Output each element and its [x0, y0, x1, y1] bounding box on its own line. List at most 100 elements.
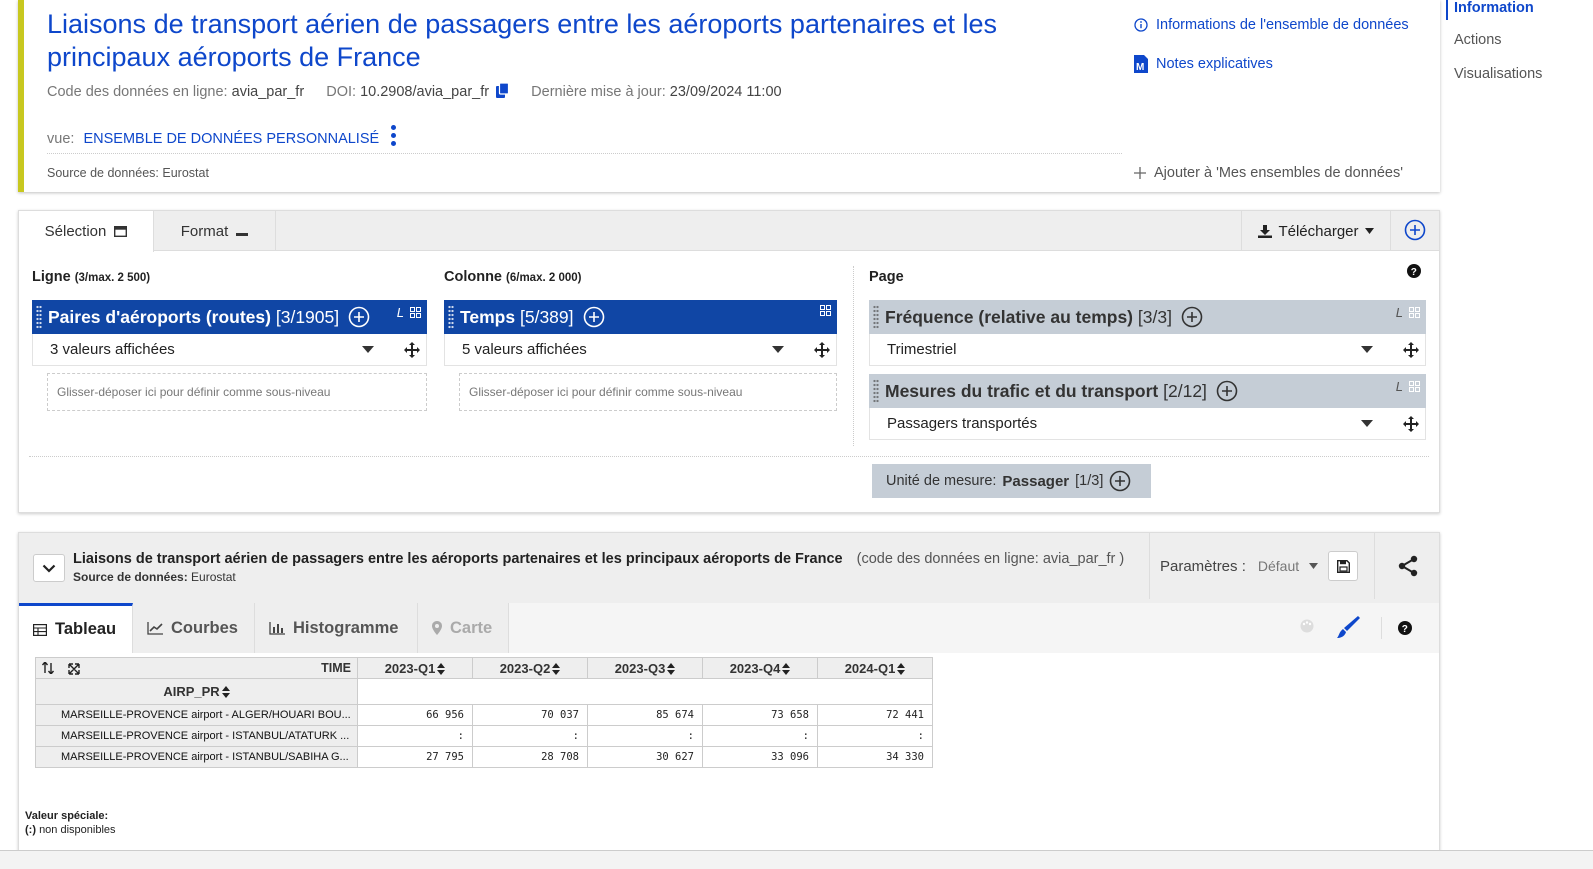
column-header[interactable]: 2023-Q4	[702, 657, 818, 679]
download-button[interactable]: Télécharger	[1241, 211, 1391, 251]
kebab-menu-icon[interactable]	[391, 125, 397, 149]
tab-table-label[interactable]: Tableau	[55, 620, 116, 639]
sort-icon[interactable]	[897, 662, 906, 675]
table-cell[interactable]: 70 037	[472, 704, 588, 726]
row-label[interactable]: MARSEILLE-PROVENCE airport - ALGER/HOUAR…	[35, 704, 358, 726]
tab-histogram[interactable]: Histogramme	[255, 603, 418, 653]
share-button[interactable]	[1374, 533, 1440, 599]
row-label[interactable]: MARSEILLE-PROVENCE airport - ISTANBUL/SA…	[35, 746, 358, 768]
column-header[interactable]: 2023-Q3	[587, 657, 703, 679]
tab-selection[interactable]: Sélection	[19, 211, 154, 252]
add-to-my-datasets[interactable]: Ajouter à 'Mes ensembles de données'	[1134, 165, 1403, 181]
plus-circle-icon[interactable]	[1216, 380, 1238, 402]
help-icon[interactable]: ?	[1407, 264, 1421, 278]
brush-icon[interactable]	[1336, 615, 1360, 639]
table-cell[interactable]: :	[472, 725, 588, 747]
table-cell[interactable]: 73 658	[702, 704, 818, 726]
move-icon[interactable]	[404, 342, 420, 358]
expand-icon[interactable]	[68, 663, 80, 678]
row-dimension-header[interactable]: AIRP_PR	[35, 678, 358, 705]
routes-drop-zone[interactable]: Glisser-déposer ici pour définir comme s…	[47, 373, 427, 411]
add-dimension-icon[interactable]	[1404, 219, 1426, 241]
sort-order-icon[interactable]	[41, 660, 55, 677]
collapse-button[interactable]	[33, 554, 65, 582]
sort-icon[interactable]	[221, 686, 230, 698]
grid-icon[interactable]	[410, 307, 421, 318]
measures-value-select[interactable]: Passagers transportés	[869, 408, 1426, 440]
tab-table[interactable]: Tableau	[19, 603, 133, 653]
tab-map-label[interactable]: Carte	[450, 619, 492, 638]
explanatory-notes-link[interactable]: M Notes explicatives	[1134, 55, 1273, 73]
drag-handle-icon[interactable]	[873, 305, 879, 329]
sort-icon[interactable]	[552, 662, 561, 675]
sort-icon[interactable]	[782, 662, 791, 675]
sort-icon[interactable]	[437, 662, 446, 675]
view-selector[interactable]: ENSEMBLE DE DONNÉES PERSONNALISÉ	[83, 131, 379, 147]
table-cell[interactable]: 27 795	[357, 746, 473, 768]
move-icon[interactable]	[814, 342, 830, 358]
table-cell[interactable]: 66 956	[357, 704, 473, 726]
move-icon[interactable]	[1403, 342, 1419, 358]
tab-lines[interactable]: Courbes	[133, 603, 255, 653]
label-toggle-icon[interactable]: L	[1396, 305, 1403, 320]
params-select[interactable]: Défaut	[1258, 558, 1319, 574]
label-toggle-icon[interactable]: L	[397, 305, 404, 320]
tab-map[interactable]: Carte	[418, 603, 509, 653]
dimension-routes[interactable]: Paires d'aéroports (routes) [3/1905] L	[32, 300, 427, 334]
nav-actions[interactable]: Actions	[1454, 32, 1502, 48]
save-button[interactable]	[1328, 551, 1359, 581]
tab-format-label[interactable]: Format	[181, 223, 229, 240]
grid-icon[interactable]	[820, 305, 831, 316]
frequency-value-select[interactable]: Trimestriel	[869, 334, 1426, 366]
caret-down-icon[interactable]	[1361, 420, 1373, 427]
column-header[interactable]: 2023-Q2	[472, 657, 588, 679]
download-label[interactable]: Télécharger	[1278, 223, 1358, 240]
grid-icon[interactable]	[1409, 381, 1420, 392]
tab-format[interactable]: Format	[154, 211, 276, 251]
table-cell[interactable]: 72 441	[817, 704, 933, 726]
plus-circle-icon[interactable]	[1181, 306, 1203, 328]
dimension-time[interactable]: Temps [5/389]	[444, 300, 837, 334]
row-label[interactable]: MARSEILLE-PROVENCE airport - ISTANBUL/AT…	[35, 725, 358, 747]
time-value-select[interactable]: 5 valeurs affichées	[444, 334, 837, 366]
move-icon[interactable]	[1403, 416, 1419, 432]
dataset-info-label[interactable]: Informations de l'ensemble de données	[1156, 17, 1409, 33]
caret-down-icon[interactable]	[362, 346, 374, 353]
grid-icon[interactable]	[1409, 307, 1420, 318]
table-cell[interactable]: 85 674	[587, 704, 703, 726]
table-cell[interactable]: :	[587, 725, 703, 747]
routes-value-select[interactable]: 3 valeurs affichées	[32, 334, 427, 366]
params-value[interactable]: Défaut	[1258, 558, 1299, 574]
table-cell[interactable]: :	[357, 725, 473, 747]
table-cell[interactable]: :	[702, 725, 818, 747]
tab-lines-label[interactable]: Courbes	[171, 619, 238, 638]
column-header[interactable]: 2023-Q1	[357, 657, 473, 679]
nav-visualisations[interactable]: Visualisations	[1454, 66, 1542, 82]
caret-down-icon[interactable]	[1361, 346, 1373, 353]
tab-selection-label[interactable]: Sélection	[45, 223, 107, 240]
copy-icon[interactable]	[496, 83, 510, 98]
drag-handle-icon[interactable]	[36, 305, 42, 329]
dataset-info-link[interactable]: Informations de l'ensemble de données	[1134, 17, 1409, 33]
explanatory-notes-label[interactable]: Notes explicatives	[1156, 56, 1273, 72]
help-icon[interactable]: ?	[1398, 621, 1412, 635]
dimension-frequency[interactable]: Fréquence (relative au temps) [3/3] L	[869, 300, 1426, 334]
add-to-my-datasets-label[interactable]: Ajouter à 'Mes ensembles de données'	[1154, 165, 1403, 181]
table-cell[interactable]: 33 096	[702, 746, 818, 768]
table-cell[interactable]: 28 708	[472, 746, 588, 768]
plus-circle-icon[interactable]	[583, 306, 605, 328]
column-header[interactable]: 2024-Q1	[817, 657, 933, 679]
label-toggle-icon[interactable]: L	[1396, 379, 1403, 394]
table-cell[interactable]: 34 330	[817, 746, 933, 768]
nav-information[interactable]: Information	[1454, 0, 1534, 16]
drag-handle-icon[interactable]	[873, 379, 879, 403]
dimension-measures[interactable]: Mesures du trafic et du transport [2/12]…	[869, 374, 1426, 408]
plus-circle-icon[interactable]	[348, 306, 370, 328]
unit-of-measure-chip[interactable]: Unité de mesure: Passager [1/3]	[872, 464, 1151, 498]
plus-circle-icon[interactable]	[1109, 470, 1131, 492]
drag-handle-icon[interactable]	[448, 305, 454, 329]
sort-icon[interactable]	[667, 662, 676, 675]
table-cell[interactable]: 30 627	[587, 746, 703, 768]
table-cell[interactable]: :	[817, 725, 933, 747]
palette-icon[interactable]	[1300, 619, 1314, 633]
